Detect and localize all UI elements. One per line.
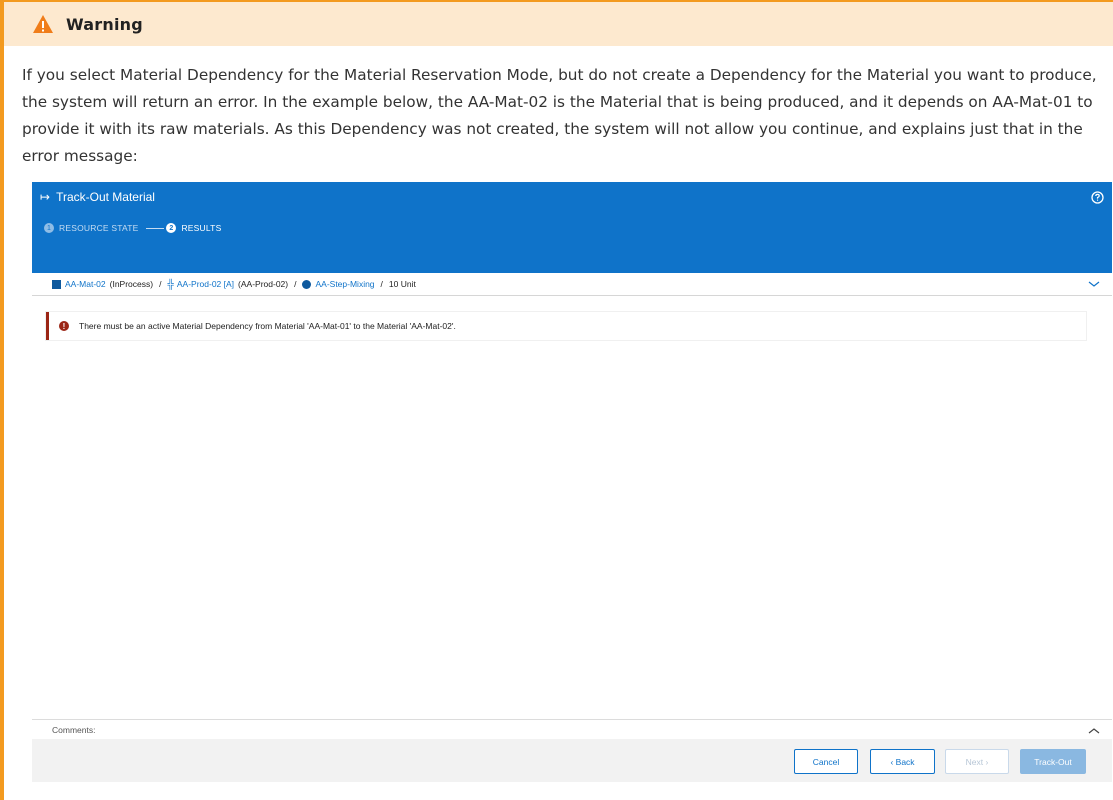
wizard-header: ↦ Track-Out Material 1 RESOURCE STATE 2 … [32,182,1112,273]
breadcrumb: AA-Mat-02 (InProcess) / ╬ AA-Prod-02 [A]… [32,273,1112,296]
warning-callout: Warning If you select Material Dependenc… [0,0,1113,800]
resource-link[interactable]: AA-Prod-02 [A] [177,279,234,289]
wizard-title-text: Track-Out Material [56,190,155,204]
step-results[interactable]: RESULTS [181,223,221,233]
warning-header: Warning [4,2,1113,46]
breadcrumb-separator: / [159,279,162,289]
app-screenshot: ↦ Track-Out Material 1 RESOURCE STATE 2 … [32,182,1112,782]
material-state: (InProcess) [109,279,154,289]
track-out-arrow-icon: ↦ [40,190,51,204]
step-icon [302,279,312,289]
next-button[interactable]: Next › [945,749,1009,774]
breadcrumb-separator: / [380,279,383,289]
comments-bar[interactable]: Comments: [32,719,1112,739]
resource-icon: ╬ [167,279,174,289]
help-icon[interactable] [1091,191,1104,204]
chevron-up-icon[interactable] [1088,726,1100,736]
breadcrumb-separator: / [294,279,297,289]
chevron-down-icon[interactable] [1088,279,1100,289]
error-message: There must be an active Material Depende… [79,321,456,331]
error-message-box: ! There must be an active Material Depen… [46,312,1086,340]
warning-icon [32,14,54,34]
material-icon [52,279,61,289]
warning-text: If you select Material Dependency for th… [22,66,1097,165]
quantity: 10 Unit [388,279,416,289]
step-link[interactable]: AA-Step-Mixing [315,279,374,289]
comments-label: Comments: [52,724,96,735]
resource-name: (AA-Prod-02) [238,279,289,289]
wizard-title: ↦ Track-Out Material [40,190,155,204]
material-link[interactable]: AA-Mat-02 [65,279,106,289]
step-connector [146,227,165,229]
error-icon: ! [59,321,69,331]
back-button[interactable]: ‹ Back [870,749,935,774]
wizard-footer: Cancel ‹ Back Next › Track-Out [32,739,1112,782]
step-1-indicator[interactable]: 1 [44,223,54,233]
wizard-steps: 1 RESOURCE STATE 2 RESULTS [44,223,221,233]
track-out-button[interactable]: Track-Out [1020,749,1086,774]
cancel-button[interactable]: Cancel [794,749,858,774]
warning-title: Warning [66,14,143,34]
step-resource-state[interactable]: RESOURCE STATE [59,223,138,233]
step-2-indicator[interactable]: 2 [166,223,177,233]
